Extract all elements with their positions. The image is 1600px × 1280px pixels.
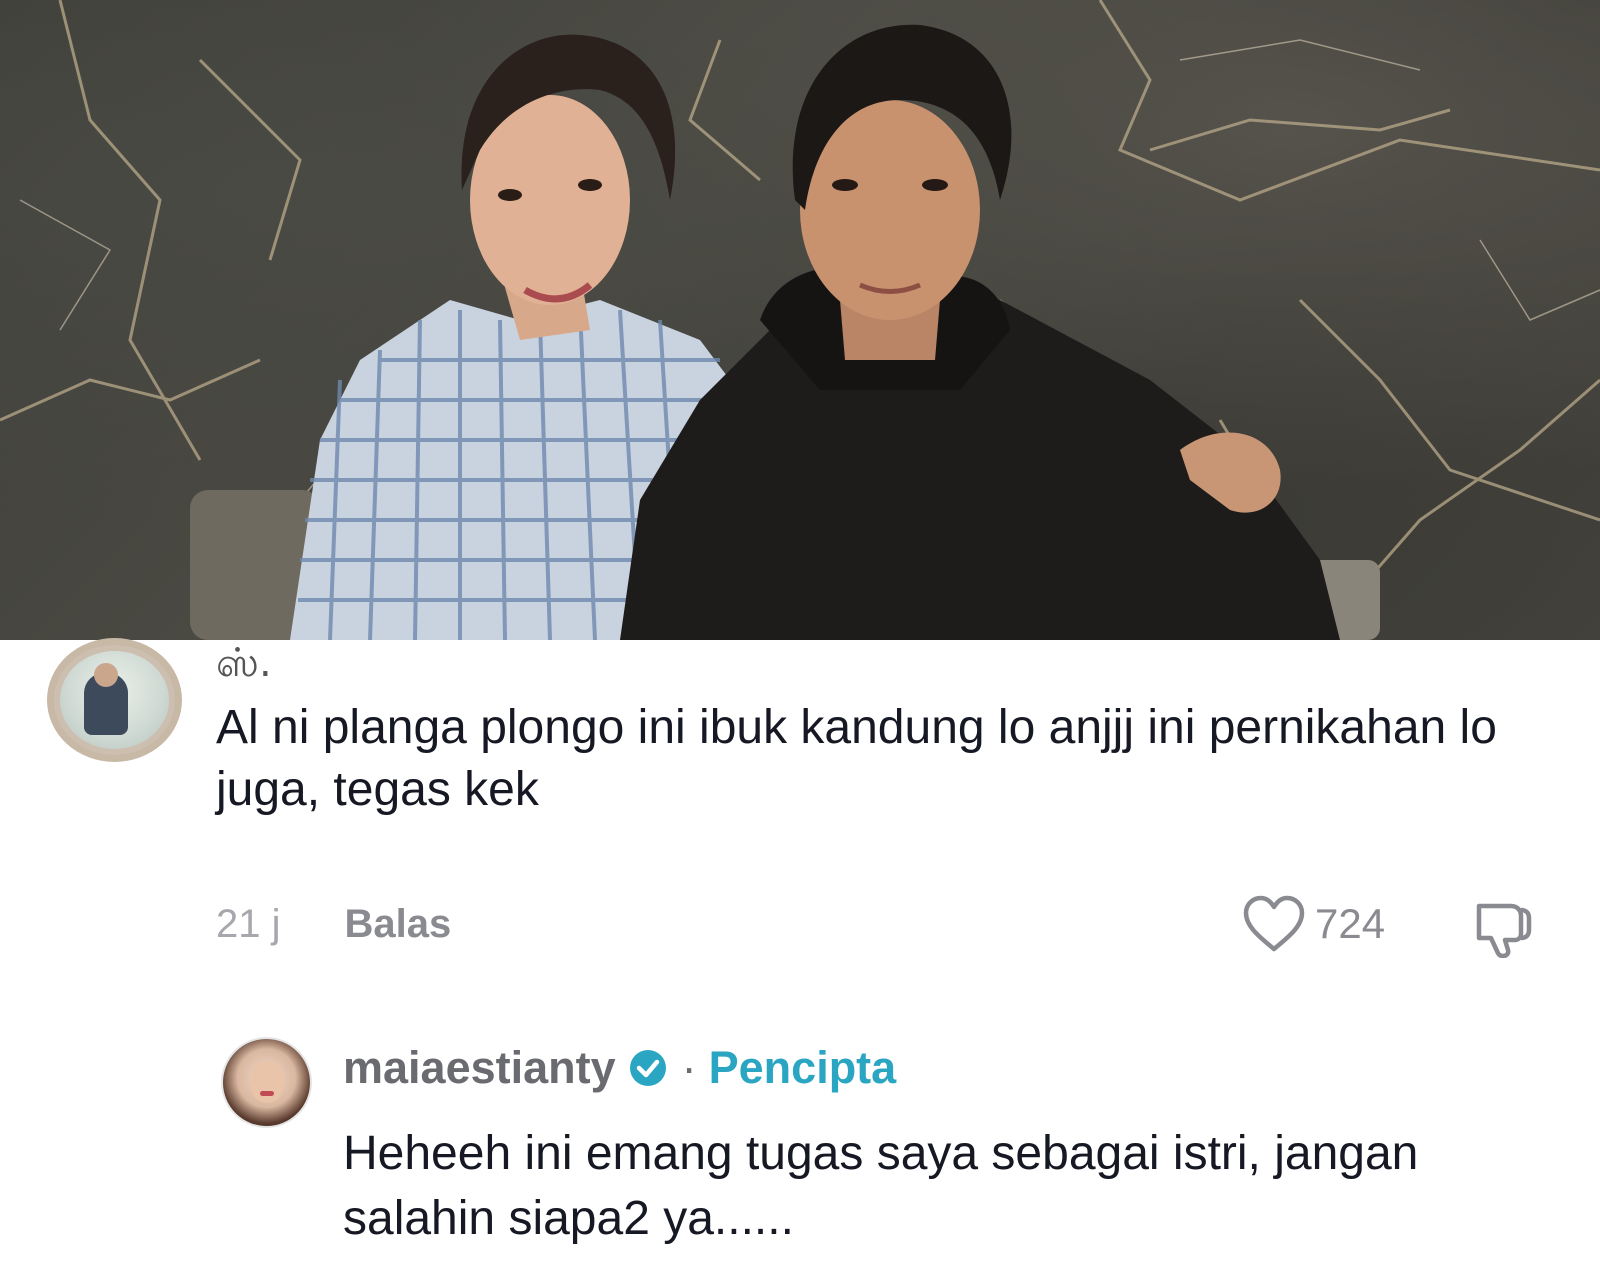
- separator-dot: ·: [681, 1042, 697, 1093]
- thumbs-down-icon[interactable]: [1471, 898, 1533, 958]
- post-photo[interactable]: [0, 0, 1600, 640]
- verified-check-icon: [629, 1050, 666, 1086]
- photo-illustration: [0, 0, 1600, 640]
- comment-time: 21 j: [216, 901, 281, 946]
- avatar-head: [94, 663, 118, 687]
- commenter-avatar[interactable]: [47, 638, 182, 762]
- comment-text: Al ni planga plongo ini ibuk kandung lo …: [216, 701, 1497, 816]
- like-count: 724: [1315, 900, 1386, 947]
- creator-badge: Pencipta: [708, 1042, 897, 1093]
- heart-outline-icon: [1243, 895, 1305, 952]
- comment-meta: 21 j Balas: [216, 898, 451, 950]
- creator-username[interactable]: maiaestianty: [343, 1042, 616, 1094]
- avatar-face: [250, 1061, 284, 1103]
- avatar-lips: [260, 1091, 274, 1096]
- like-button[interactable]: 724: [1241, 895, 1386, 952]
- reply-header: maiaestianty · Pencipta: [343, 1038, 896, 1098]
- commenter-username[interactable]: ஸ்.: [216, 640, 272, 691]
- creator-avatar[interactable]: [221, 1037, 312, 1128]
- reply-text: Heheeh ini emang tugas saya sebagai istr…: [343, 1127, 1419, 1245]
- reply-button[interactable]: Balas: [345, 902, 452, 947]
